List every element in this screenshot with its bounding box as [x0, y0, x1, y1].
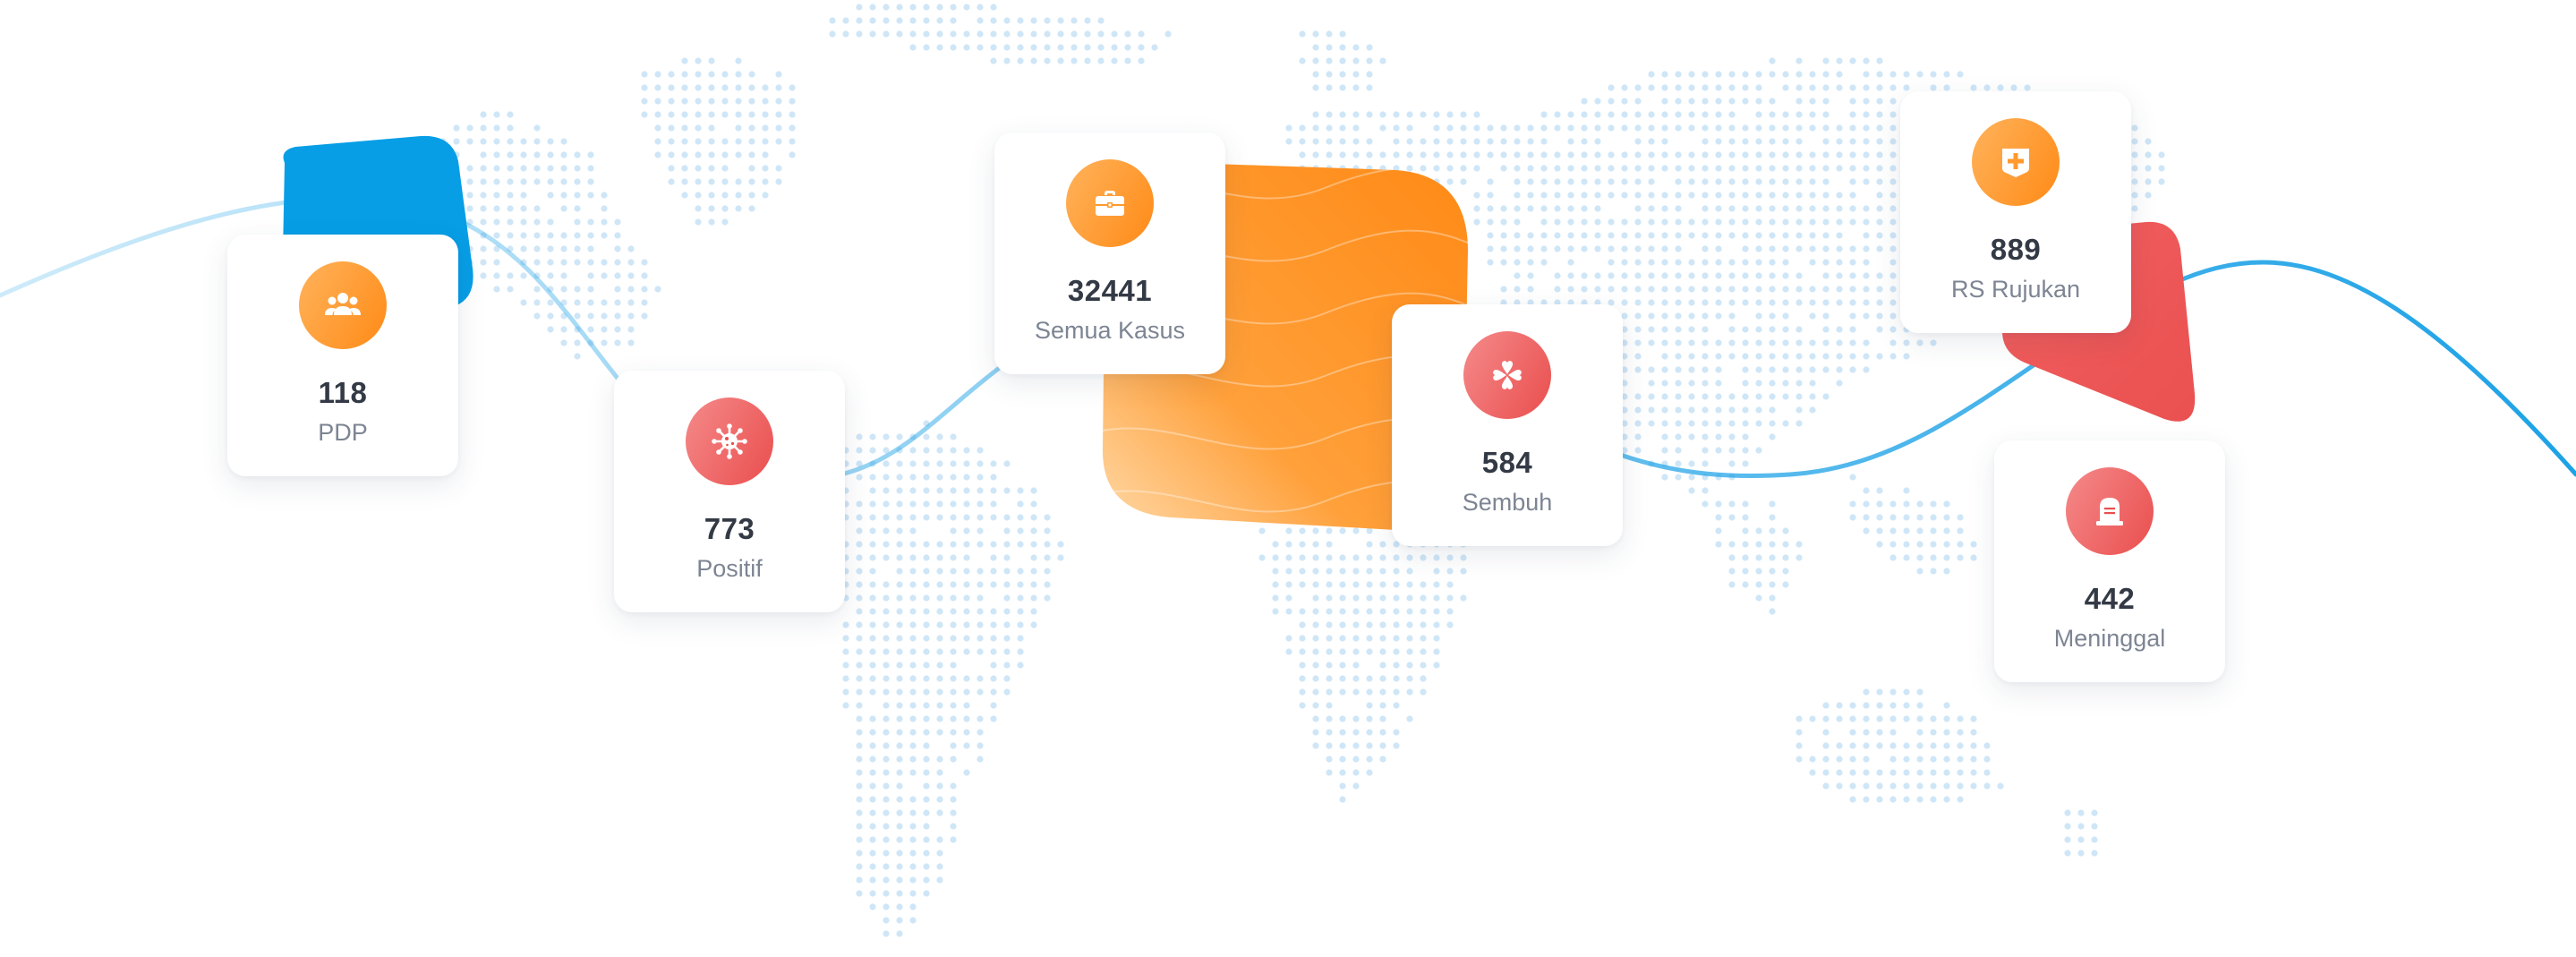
meninggal-label: Meninggal: [2053, 625, 2166, 652]
stat-card-semua-kasus[interactable]: 32441 Semua Kasus: [994, 132, 1225, 374]
sembuh-label: Sembuh: [1462, 489, 1553, 516]
meninggal-count: 442: [2084, 582, 2136, 615]
briefcase-icon: [1066, 159, 1154, 247]
semua-kasus-label: Semua Kasus: [1034, 317, 1186, 344]
positif-label: Positif: [696, 555, 763, 582]
positif-count: 773: [704, 512, 755, 545]
stat-card-pdp[interactable]: 118 PDP: [227, 235, 458, 476]
tombstone-icon: [2066, 467, 2154, 555]
people-icon: [299, 261, 387, 349]
rs-rujukan-count: 889: [1990, 233, 2042, 266]
rs-rujukan-label: RS Rujukan: [1950, 276, 2081, 303]
semua-kasus-count: 32441: [1067, 274, 1153, 307]
stat-card-sembuh[interactable]: 584 Sembuh: [1392, 304, 1623, 546]
stat-card-positif[interactable]: 773 Positif: [614, 371, 845, 612]
stat-card-meninggal[interactable]: 442 Meninggal: [1994, 440, 2225, 682]
pdp-count: 118: [318, 376, 368, 409]
sembuh-count: 584: [1481, 446, 1533, 479]
stat-card-rs-rujukan[interactable]: 889 RS Rujukan: [1900, 91, 2131, 333]
virus-icon: [686, 397, 773, 485]
hospital-plus-icon: [1972, 118, 2060, 206]
clover-icon: [1463, 331, 1551, 419]
pdp-label: PDP: [318, 419, 368, 446]
